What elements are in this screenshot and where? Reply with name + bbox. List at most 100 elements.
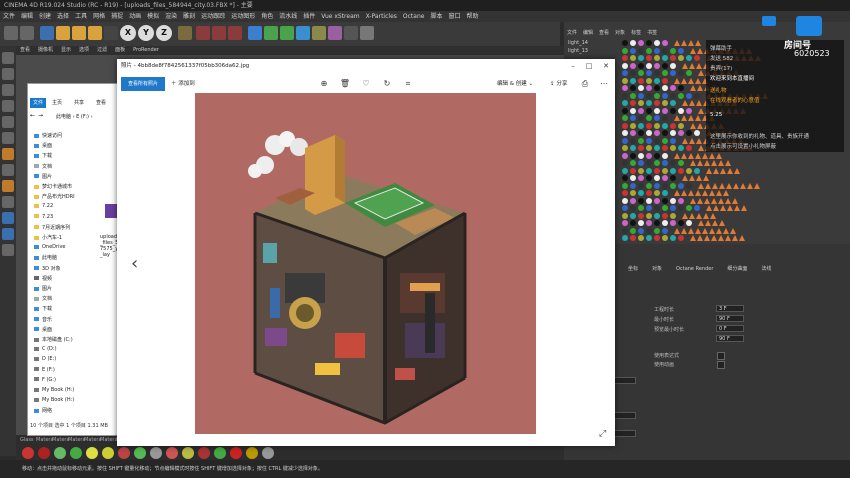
material-tag-icon[interactable]: [646, 160, 652, 166]
move-tool-icon[interactable]: [56, 26, 70, 40]
nav-item[interactable]: 图片: [34, 285, 52, 292]
texture-tag-icon[interactable]: [682, 100, 688, 106]
material-tag-icon[interactable]: [638, 220, 644, 226]
texture-tag-icon[interactable]: [688, 152, 694, 159]
material-tag-icon[interactable]: [686, 220, 692, 226]
file-tab[interactable]: 文件: [30, 98, 46, 108]
material-tag-icon[interactable]: [662, 190, 668, 196]
material-tag-icon[interactable]: [622, 152, 628, 159]
material-tag-icon[interactable]: [686, 107, 692, 114]
plus-tool-icon[interactable]: [104, 26, 118, 40]
menu-item[interactable]: 运动跟踪: [201, 13, 225, 20]
material-tag-icon[interactable]: [630, 190, 636, 196]
material-tag-icon[interactable]: [646, 145, 652, 151]
material-tag-icon[interactable]: [646, 137, 652, 144]
nav-item[interactable]: 桌面: [34, 142, 52, 149]
material-tag-icon[interactable]: [630, 137, 636, 144]
delete-icon[interactable]: 🗑: [339, 78, 351, 90]
material-tag-icon[interactable]: [638, 70, 644, 76]
texture-tag-icon[interactable]: [726, 182, 732, 189]
camera-icon[interactable]: [344, 26, 358, 40]
attribute-tab[interactable]: 法线: [761, 266, 771, 272]
texture-tag-icon[interactable]: [706, 205, 712, 211]
texture-tag-icon[interactable]: [681, 227, 687, 234]
menu-item[interactable]: Octane: [403, 13, 425, 20]
material-tag-icon[interactable]: [630, 130, 636, 136]
texture-tag-icon[interactable]: [727, 205, 733, 211]
preview-max-field[interactable]: 90 F: [716, 335, 744, 342]
nav-item[interactable]: 7.22: [34, 203, 53, 209]
pen-spline-icon[interactable]: [264, 26, 278, 40]
material-tag-icon[interactable]: [686, 145, 692, 151]
menu-item[interactable]: 模拟: [147, 13, 159, 20]
texture-tag-icon[interactable]: [696, 100, 702, 106]
material-tag-icon[interactable]: [694, 130, 700, 136]
texture-tag-icon[interactable]: [688, 115, 694, 121]
texture-tag-icon[interactable]: [734, 205, 740, 211]
texture-tag-icon[interactable]: [695, 115, 701, 121]
nav-item[interactable]: 图片: [34, 173, 52, 180]
dropdown-field[interactable]: [614, 430, 636, 437]
texture-tag-icon[interactable]: [716, 152, 722, 159]
menu-item[interactable]: 窗口: [448, 13, 460, 20]
edges-mode-icon[interactable]: [2, 116, 14, 128]
material-tag-icon[interactable]: [678, 55, 684, 61]
texture-tag-icon[interactable]: [711, 197, 717, 204]
material-tag-icon[interactable]: [662, 115, 668, 121]
texture-tag-icon[interactable]: [695, 190, 701, 196]
material-tag-icon[interactable]: [662, 167, 668, 174]
material-tag-icon[interactable]: [662, 40, 668, 46]
menu-item[interactable]: 创建: [39, 13, 51, 20]
forward-arrow-icon[interactable]: →: [38, 112, 43, 119]
menu-item[interactable]: 网格: [93, 13, 105, 20]
material-tag-icon[interactable]: [654, 160, 660, 166]
texture-tag-icon[interactable]: [698, 145, 704, 151]
texture-tag-icon[interactable]: [705, 182, 711, 189]
material-tag-icon[interactable]: [686, 182, 692, 189]
tab-home[interactable]: 主页: [52, 98, 62, 108]
light-icon[interactable]: [360, 26, 374, 40]
material-tag-icon[interactable]: [638, 100, 644, 106]
material-tag-icon[interactable]: [630, 122, 636, 129]
texture-tag-icon[interactable]: [682, 212, 688, 219]
material-swatch[interactable]: [54, 447, 66, 459]
material-tag-icon[interactable]: [646, 47, 652, 54]
texture-tag-icon[interactable]: [674, 77, 680, 84]
material-tag-icon[interactable]: [678, 167, 684, 174]
texture-tag-icon[interactable]: [747, 182, 753, 189]
texture-tag-icon[interactable]: [719, 182, 725, 189]
menu-item[interactable]: 运动图形: [231, 13, 255, 20]
texture-tag-icon[interactable]: [698, 107, 704, 114]
material-tag-icon[interactable]: [678, 205, 684, 211]
material-tag-icon[interactable]: [654, 145, 660, 151]
layer-icon[interactable]: [2, 244, 14, 256]
menu-item[interactable]: 角色: [261, 13, 273, 20]
material-tag-icon[interactable]: [670, 137, 676, 144]
material-tag-icon[interactable]: [654, 100, 660, 106]
tab-view[interactable]: 查看: [96, 98, 106, 108]
material-tag-icon[interactable]: [630, 197, 636, 204]
material-tag-icon[interactable]: [622, 182, 628, 189]
edit-create-button[interactable]: 编辑 & 创建 ⌄: [497, 77, 533, 91]
material-tag-icon[interactable]: [646, 62, 652, 69]
material-tag-icon[interactable]: [662, 175, 668, 181]
texture-tag-icon[interactable]: [697, 47, 703, 54]
material-tag-icon[interactable]: [686, 55, 692, 61]
texture-tag-icon[interactable]: [695, 227, 701, 234]
texture-tag-icon[interactable]: [706, 167, 712, 174]
material-tag-icon[interactable]: [670, 175, 676, 181]
back-arrow-icon[interactable]: ←: [30, 112, 35, 119]
nav-item[interactable]: 文档: [34, 295, 52, 302]
texture-tag-icon[interactable]: [705, 220, 711, 226]
material-tag-icon[interactable]: [638, 212, 644, 219]
material-swatch[interactable]: [198, 447, 210, 459]
material-tag-icon[interactable]: [630, 175, 636, 181]
material-tag-icon[interactable]: [662, 55, 668, 61]
nav-item[interactable]: E (F:): [34, 367, 55, 373]
material-tag-icon[interactable]: [654, 122, 660, 129]
material-tag-icon[interactable]: [630, 107, 636, 114]
material-tag-icon[interactable]: [638, 145, 644, 151]
render-picture-viewer-icon[interactable]: [212, 26, 226, 40]
material-tag-icon[interactable]: [638, 227, 644, 234]
material-tag-icon[interactable]: [638, 47, 644, 54]
